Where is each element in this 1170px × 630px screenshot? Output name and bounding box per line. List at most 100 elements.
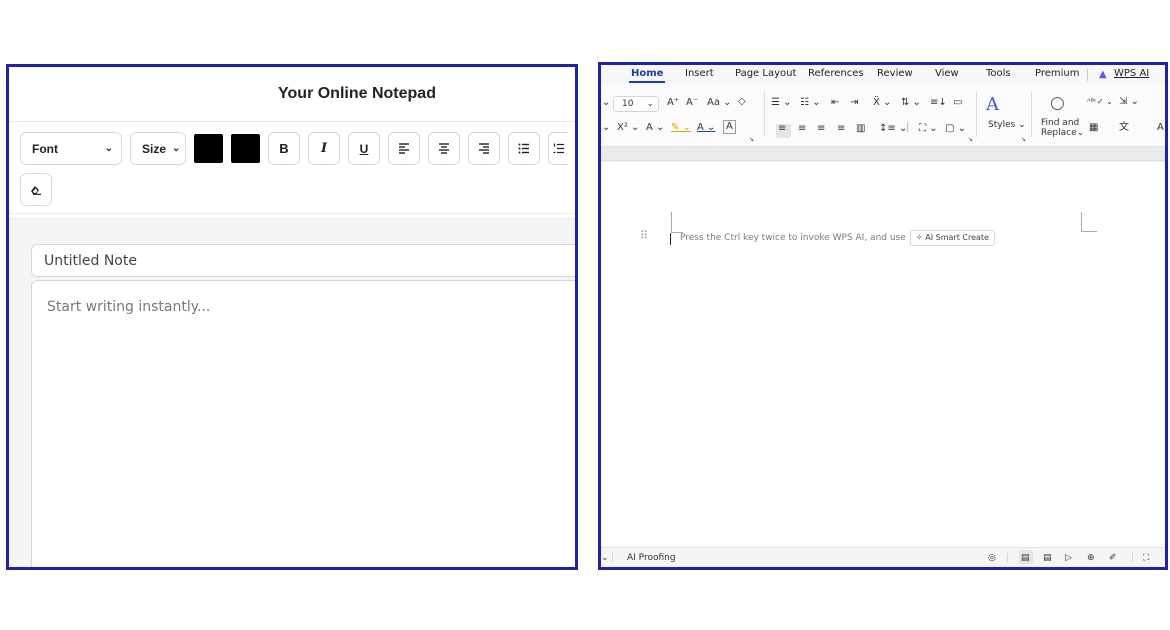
ruler-band — [601, 147, 1165, 161]
bullet-list-icon — [518, 143, 529, 154]
styles-label: Styles — [988, 120, 1016, 130]
align-right-button[interactable] — [468, 132, 500, 165]
italic-button[interactable]: I — [308, 132, 340, 165]
font-size-value: 10 — [622, 99, 634, 109]
wps-ai-icon: ▲ — [1099, 69, 1107, 80]
spell-check-icon[interactable]: ᴬᴮᶜ✓ ⌄ — [1087, 95, 1113, 109]
paragraph-spacing-icon[interactable]: ⇅ ⌄ — [901, 96, 921, 110]
reading-mode-icon[interactable]: ▷ — [1065, 551, 1072, 565]
clear-format-button[interactable] — [20, 173, 52, 206]
font-select[interactable]: Font ⌄ — [20, 132, 122, 165]
ai-hint-text: Press the Ctrl key twice to invoke WPS A… — [680, 233, 906, 243]
size-select[interactable]: Size ⌄ — [130, 132, 186, 165]
bullet-list-button[interactable] — [508, 132, 540, 165]
sort-icon[interactable]: ≡↓ — [930, 96, 947, 110]
show-marks-icon[interactable]: ▭ — [953, 96, 962, 110]
tab-references[interactable]: References — [808, 68, 864, 79]
character-border-icon[interactable]: A — [723, 120, 736, 134]
tab-page-layout[interactable]: Page Layout — [735, 68, 796, 79]
web-layout-icon[interactable]: ⊕ — [1087, 551, 1095, 565]
ribbon-divider — [764, 91, 765, 137]
status-divider: | — [1131, 553, 1135, 563]
change-case-icon[interactable]: Aa ⌄ — [707, 96, 732, 110]
chinese-layout-icon[interactable]: Ẍ ⌄ — [873, 96, 891, 110]
outline-view-icon[interactable]: ▤ — [1043, 551, 1052, 565]
chevron-down-icon: ⌄ — [172, 143, 181, 154]
font-dialog-launcher-icon[interactable]: ↘ — [749, 133, 754, 147]
superscript-icon[interactable]: X² ⌄ — [617, 121, 639, 135]
tab-premium[interactable]: Premium — [1035, 68, 1080, 79]
styles-dialog-launcher-icon[interactable]: ↘ — [1021, 133, 1026, 147]
size-select-label: Size — [142, 141, 167, 156]
bold-button[interactable]: B — [268, 132, 300, 165]
justify-icon[interactable]: ≡ — [837, 122, 845, 136]
styles-icon[interactable]: A — [986, 94, 999, 115]
increase-indent-icon[interactable]: ⇥ — [850, 96, 858, 110]
numbered-list-icon — [553, 143, 564, 154]
tab-review[interactable]: Review — [877, 68, 913, 79]
find-replace-button[interactable]: Find and Replace⌄ — [1041, 118, 1084, 138]
font-color-icon[interactable]: A ⌄ — [697, 121, 715, 135]
note-editor[interactable]: Start writing instantly... — [31, 280, 575, 567]
notepad-body: Untitled Note Start writing instantly... — [9, 217, 575, 567]
notepad-header: Your Online Notepad — [9, 67, 575, 122]
ai-toolbar-icon[interactable]: A — [1157, 121, 1164, 135]
select-icon[interactable]: ⇲ ⌄ — [1119, 95, 1139, 109]
page-title: Your Online Notepad — [278, 85, 436, 102]
status-divider: | — [1006, 553, 1010, 563]
search-icon[interactable]: ○ — [1050, 93, 1065, 113]
status-expand-icon[interactable]: ⌄ — [601, 551, 609, 565]
tab-wps-ai[interactable]: WPS AI — [1114, 68, 1149, 79]
highlight-icon[interactable]: ✎ ⌄ — [671, 121, 691, 135]
tab-view[interactable]: View — [935, 68, 959, 79]
chevron-down-icon: ⌄ — [646, 99, 654, 109]
bullets-icon[interactable]: ☰ ⌄ — [771, 96, 792, 110]
shrink-font-icon[interactable]: A⁻ — [686, 96, 698, 110]
shading-icon[interactable]: ⛶ ⌄ — [919, 122, 938, 136]
align-left-button[interactable] — [388, 132, 420, 165]
find-label-line1: Find and — [1041, 118, 1080, 128]
text-color-picker[interactable] — [194, 134, 223, 163]
align-center-icon — [439, 143, 449, 154]
write-mode-icon[interactable]: ✐ — [1109, 551, 1117, 565]
grow-font-icon[interactable]: A⁺ — [667, 96, 679, 110]
tab-tools[interactable]: Tools — [986, 68, 1011, 79]
eye-protection-icon[interactable]: ◎ — [988, 551, 996, 565]
margin-corner-top-right — [1081, 212, 1097, 232]
clear-formatting-icon[interactable]: ◇ — [738, 95, 746, 109]
tab-insert[interactable]: Insert — [685, 68, 714, 79]
strikethrough-dropdown-icon[interactable]: ⌄ — [602, 121, 610, 135]
drag-handle-icon[interactable]: ⠿ — [640, 229, 648, 242]
styles-button[interactable]: Styles ⌄ — [988, 118, 1026, 132]
align-center-button[interactable] — [428, 132, 460, 165]
word-count-icon[interactable]: ▦ — [1089, 121, 1098, 135]
borders-icon[interactable]: ▢ ⌄ — [945, 122, 966, 136]
text-cursor — [670, 233, 671, 245]
numbering-icon[interactable]: ☷ ⌄ — [800, 96, 821, 110]
find-label-line2: Replace — [1041, 128, 1077, 138]
underline-button[interactable]: U — [348, 132, 380, 165]
formatting-toolbar: Font ⌄ Size ⌄ B I U — [9, 122, 575, 214]
translate-icon[interactable]: 文 — [1119, 121, 1129, 135]
ribbon-tabs: Home Insert Page Layout References Revie… — [601, 65, 1165, 85]
page-view-icon[interactable]: ▤ — [1021, 551, 1030, 565]
fullscreen-icon[interactable]: ⛶ — [1143, 551, 1149, 565]
font-name-dropdown-icon[interactable]: ⌄ — [602, 96, 610, 110]
line-spacing-icon[interactable]: ↕≡ ⌄ — [879, 122, 907, 136]
tab-home[interactable]: Home — [628, 68, 666, 83]
align-left-icon — [399, 143, 409, 154]
numbered-list-button[interactable] — [548, 132, 568, 165]
distributed-icon[interactable]: ▥ — [856, 122, 865, 136]
decrease-indent-icon[interactable]: ⇤ — [831, 96, 839, 110]
ai-smart-create-button[interactable]: ✧ AI Smart Create — [910, 230, 995, 246]
document-page[interactable]: ⠿ Press the Ctrl key twice to invoke WPS… — [601, 162, 1165, 548]
ai-proofing-button[interactable]: AI Proofing — [627, 551, 676, 565]
font-size-select[interactable]: 10 ⌄ — [613, 96, 659, 112]
paragraph-dialog-launcher-icon[interactable]: ↘ — [968, 133, 973, 147]
note-title-input[interactable]: Untitled Note — [31, 244, 575, 277]
align-right-icon[interactable]: ≡ — [817, 122, 825, 136]
align-left-icon[interactable]: ≡ — [778, 122, 786, 136]
align-center-icon[interactable]: ≡ — [798, 122, 806, 136]
text-effects-icon[interactable]: A ⌄ — [646, 121, 664, 135]
highlight-color-picker[interactable] — [231, 134, 260, 163]
